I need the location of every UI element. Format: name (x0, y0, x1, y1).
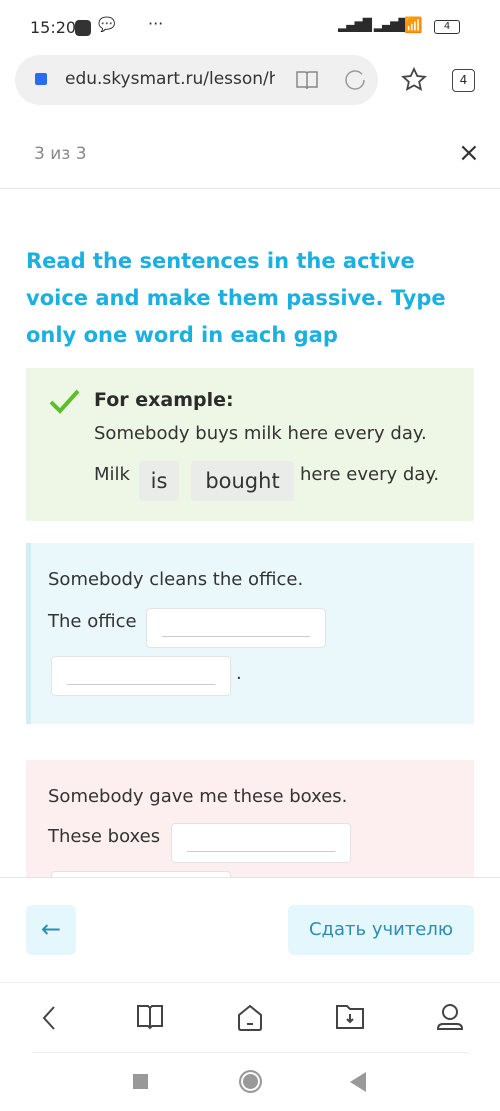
lock-icon (35, 73, 47, 85)
divider (0, 188, 500, 189)
item-prefix: These boxes (48, 826, 161, 847)
signal-icon: ▂▄▆█ ▂▄▆█ (338, 18, 408, 32)
more-icon: ··· (148, 14, 164, 33)
example-label: For example: (94, 389, 234, 411)
exercise-item: Somebody cleans the office. The office . (26, 543, 474, 724)
example-suffix: here every day. (300, 464, 440, 485)
close-button[interactable]: × (458, 138, 480, 168)
item-active: Somebody cleans the office. (48, 569, 304, 590)
answer-input-2[interactable] (51, 656, 231, 696)
address-bar[interactable]: edu.skysmart.ru/lesson/h (15, 55, 378, 105)
recents-button[interactable] (133, 1074, 148, 1089)
example-answer: bought (191, 461, 294, 501)
answer-input-1[interactable] (146, 608, 326, 648)
profile-icon[interactable] (436, 1001, 464, 1033)
battery-icon: 4 (434, 20, 460, 34)
back-icon[interactable] (38, 1003, 62, 1033)
status-bar: 15:20 💬 ··· ▂▄▆█ ▂▄▆█ 📶 4 (0, 0, 500, 55)
checkmark-icon (49, 389, 80, 414)
item-prefix: The office (48, 611, 137, 632)
wifi-icon: 📶 (404, 16, 423, 34)
example-active: Somebody buys milk here every day. (94, 423, 427, 444)
footer: ← Сдать учителю (0, 877, 500, 980)
url-text[interactable]: edu.skysmart.ru/lesson/h (65, 69, 275, 89)
chat-icon: 💬 (98, 17, 116, 33)
item-active: Somebody gave me these boxes. (48, 786, 348, 807)
example-answer: is (139, 461, 179, 501)
tabs-button[interactable]: 4 (452, 69, 475, 92)
home-button[interactable] (239, 1070, 262, 1093)
downloads-icon[interactable] (335, 1003, 365, 1031)
browser-toolbar (0, 982, 500, 1052)
divider (32, 1052, 468, 1053)
reload-icon[interactable] (343, 68, 367, 92)
item-suffix: . (236, 663, 242, 684)
system-back-button[interactable] (350, 1072, 366, 1092)
progress-label: 3 из 3 (34, 144, 87, 164)
answer-input-1[interactable] (171, 823, 351, 863)
back-button[interactable]: ← (26, 905, 76, 955)
reader-mode-icon[interactable] (295, 69, 319, 91)
submit-button[interactable]: Сдать учителю (288, 905, 474, 955)
exercise-item: Somebody gave me these boxes. These boxe… (26, 760, 474, 877)
example-box: For example: Somebody buys milk here eve… (26, 368, 474, 521)
status-time: 15:20 (30, 18, 77, 37)
star-icon[interactable] (401, 67, 427, 93)
example-prefix: Milk (94, 464, 130, 485)
bookmarks-icon[interactable] (136, 1003, 164, 1031)
task-title: Read the sentences in the active voice a… (26, 249, 446, 347)
app-notification-icon (75, 20, 91, 36)
home-icon[interactable] (236, 1003, 264, 1033)
